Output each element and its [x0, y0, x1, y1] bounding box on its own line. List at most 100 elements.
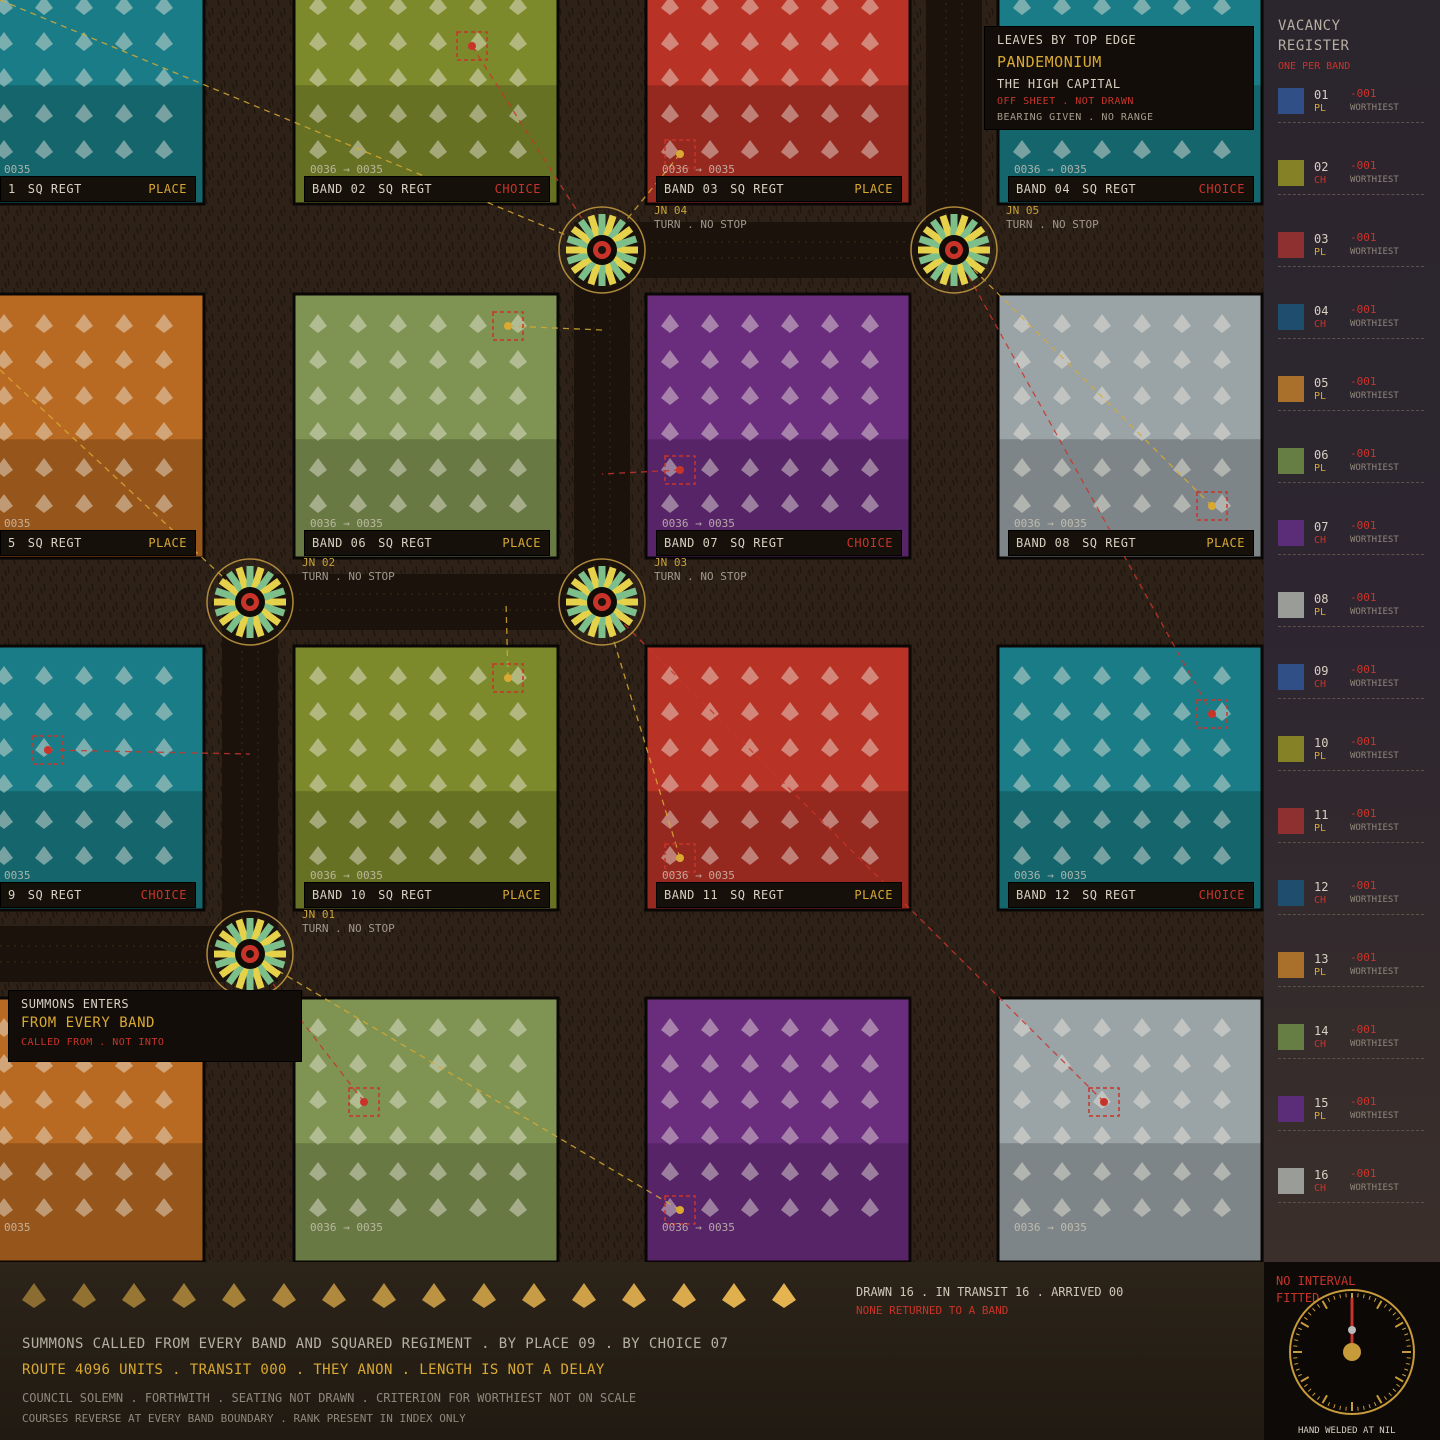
register-value: -001	[1350, 447, 1377, 460]
junction-label: JN 03 TURN . NO STOP	[654, 556, 747, 584]
band-kind: CHOICE	[494, 182, 541, 196]
register-value: -001	[1350, 87, 1377, 100]
band-suffix: SQ REGT	[378, 536, 433, 550]
register-label: WORTHIEST	[1350, 535, 1399, 545]
band-suffix: SQ REGT	[730, 888, 785, 902]
register-label: WORTHIEST	[1350, 1111, 1399, 1121]
register-code: CH	[1314, 895, 1327, 906]
register-label: WORTHIEST	[1350, 967, 1399, 977]
band-number: BAND 06	[312, 536, 367, 550]
register-code: CH	[1314, 1039, 1327, 1050]
register-swatch	[1278, 1168, 1304, 1194]
band-label-03: BAND 03 SQ REGT PLACE	[656, 176, 902, 202]
exit-title: PANDEMONIUM	[997, 53, 1102, 71]
register-value: -001	[1350, 591, 1377, 604]
register-value: -001	[1350, 159, 1377, 172]
register-label: WORTHIEST	[1350, 823, 1399, 833]
clock-dial	[1289, 1289, 1415, 1415]
band-label-02: BAND 02 SQ REGT CHOICE	[304, 176, 550, 202]
band-kind: PLACE	[148, 536, 187, 550]
register-row: 02 CH -001 WORTHIEST	[1278, 158, 1424, 195]
register-row: 05 PL -001 WORTHIEST	[1278, 374, 1424, 411]
clock-pin	[1348, 1326, 1356, 1334]
exit-panel: LEAVES BY TOP EDGE PANDEMONIUM THE HIGH …	[984, 26, 1254, 130]
register-num: 06	[1314, 448, 1329, 462]
band-label-08: BAND 08 SQ REGT PLACE	[1008, 530, 1254, 556]
band-suffix: SQ REGT	[27, 536, 82, 550]
register-row: 06 PL -001 WORTHIEST	[1278, 446, 1424, 483]
register-label: WORTHIEST	[1350, 1039, 1399, 1049]
footer-line2: ROUTE 4096 UNITS . TRANSIT 000 . THEY AN…	[22, 1362, 605, 1378]
band-label-05: 5 SQ REGT PLACE	[0, 530, 196, 556]
junction-label: JN 04 TURN . NO STOP	[654, 204, 747, 232]
band-range: 0035	[4, 517, 31, 530]
band-range: 0036 → 0035	[1014, 163, 1087, 176]
band-number: BAND 11	[664, 888, 719, 902]
band-label-07: BAND 07 SQ REGT CHOICE	[656, 530, 902, 556]
register-swatch	[1278, 736, 1304, 762]
band-label-10: BAND 10 SQ REGT PLACE	[304, 882, 550, 908]
register-swatch	[1278, 1096, 1304, 1122]
leaf-icon	[172, 1283, 196, 1308]
register-swatch	[1278, 952, 1304, 978]
register-row: 11 PL -001 WORTHIEST	[1278, 806, 1424, 843]
register-num: 05	[1314, 376, 1329, 390]
band-number: BAND 07	[664, 536, 719, 550]
clock-caption: HAND WELDED AT NIL	[1298, 1426, 1396, 1436]
footer-counts-note: NONE RETURNED TO A BAND	[856, 1304, 1009, 1317]
register-subtitle: ONE PER BAND	[1278, 61, 1351, 72]
register-swatch	[1278, 808, 1304, 834]
band-suffix: SQ REGT	[1082, 536, 1137, 550]
band-number: 1	[8, 182, 16, 196]
band-tile-05	[0, 292, 206, 560]
register-row: 08 PL -001 WORTHIEST	[1278, 590, 1424, 627]
band-kind: PLACE	[854, 182, 893, 196]
register-code: CH	[1314, 175, 1327, 186]
register-code: CH	[1314, 319, 1327, 330]
band-number: 9	[8, 888, 16, 902]
band-kind: CHOICE	[1198, 182, 1245, 196]
register-code: PL	[1314, 247, 1327, 258]
register-code: PL	[1314, 607, 1327, 618]
register-row: 09 CH -001 WORTHIEST	[1278, 662, 1424, 699]
band-tile-01	[0, 0, 206, 206]
junction-5	[910, 206, 998, 294]
register-num: 13	[1314, 952, 1329, 966]
register-swatch	[1278, 592, 1304, 618]
register-value: -001	[1350, 303, 1377, 316]
junction-note: TURN . NO STOP	[302, 570, 395, 583]
band-suffix: SQ REGT	[378, 888, 433, 902]
band-range: 0036 → 0035	[662, 517, 735, 530]
leaf-icon	[72, 1283, 96, 1308]
band-kind: PLACE	[502, 888, 541, 902]
register-num: 11	[1314, 808, 1329, 822]
exit-subtitle: THE HIGH CAPITAL	[997, 77, 1121, 91]
leaf-icon	[622, 1283, 646, 1308]
register-code: PL	[1314, 391, 1327, 402]
register-row: 16 CH -001 WORTHIEST	[1278, 1166, 1424, 1203]
band-tile-09	[0, 644, 206, 912]
register-num: 04	[1314, 304, 1329, 318]
junction-note: TURN . NO STOP	[654, 218, 747, 231]
register-label: WORTHIEST	[1350, 463, 1399, 473]
register-label: WORTHIEST	[1350, 319, 1399, 329]
exit-warning: OFF SHEET . NOT DRAWN	[997, 96, 1134, 107]
junction-id: JN 05	[1006, 204, 1040, 217]
register-code: PL	[1314, 1111, 1327, 1122]
register-num: 03	[1314, 232, 1329, 246]
junction-note: TURN . NO STOP	[302, 922, 395, 935]
junction-id: JN 01	[302, 908, 336, 921]
clock-panel: NO INTERVAL FITTED HAND WELDED AT NIL	[1264, 1262, 1440, 1440]
register-code: CH	[1314, 535, 1327, 546]
register-swatch	[1278, 232, 1304, 258]
entry-panel: SUMMONS ENTERS FROM EVERY BAND CALLED FR…	[8, 990, 302, 1062]
register-value: -001	[1350, 807, 1377, 820]
leaf-icon	[122, 1283, 146, 1308]
register-row: 04 CH -001 WORTHIEST	[1278, 302, 1424, 339]
register-row: 03 PL -001 WORTHIEST	[1278, 230, 1424, 267]
register-row: 01 PL -001 WORTHIEST	[1278, 86, 1424, 123]
diagram-stage: 0035 1 SQ REGT PLACE 0036 → 0035 BAND 02 SQ RE…	[0, 0, 1440, 1440]
band-range: 0035	[4, 163, 31, 176]
junction-label: JN 01 TURN . NO STOP	[302, 908, 395, 936]
register-label: WORTHIEST	[1350, 751, 1399, 761]
